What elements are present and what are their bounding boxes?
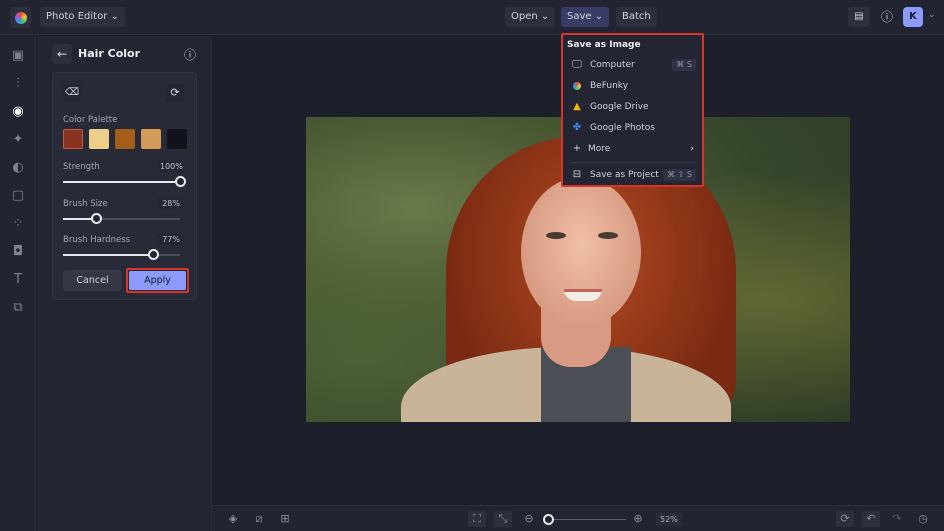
- palette-icon[interactable]: ◐: [10, 160, 26, 176]
- brush-hardness-value[interactable]: 77%: [157, 234, 183, 245]
- plus-icon: +: [572, 143, 582, 154]
- top-bar: Photo Editor ⌄ Open ⌄ Save ⌄ Batch ▤ ⓘ K…: [0, 0, 944, 35]
- befunky-logo[interactable]: [10, 7, 31, 28]
- cancel-button[interactable]: Cancel: [63, 270, 122, 291]
- app-menu-label: Photo Editor: [46, 11, 108, 22]
- brush-size-slider[interactable]: [63, 213, 180, 224]
- zoom-out-icon[interactable]: ⊖: [520, 511, 538, 527]
- chevron-down-icon: ⌄: [110, 11, 119, 22]
- help-icon[interactable]: ⓘ: [876, 7, 898, 27]
- effects-icon[interactable]: ✦: [10, 132, 26, 148]
- zoom-level[interactable]: 52%: [656, 513, 682, 526]
- color-swatch[interactable]: [141, 129, 161, 149]
- chevron-right-icon: ›: [690, 144, 694, 154]
- color-swatch[interactable]: [115, 129, 135, 149]
- open-label: Open: [511, 11, 538, 22]
- chevron-down-icon: ⌄: [594, 11, 604, 22]
- chevron-down-icon[interactable]: ⌄: [928, 10, 936, 20]
- strength-value[interactable]: 100%: [157, 161, 183, 172]
- google-photos-icon: ✤: [572, 122, 582, 133]
- tool-rail: ▣ ⫶ ◉ ✦ ◐ ▢ ⁘ ◘ T ⧉: [0, 36, 36, 531]
- apply-highlight: Apply: [126, 268, 189, 293]
- actual-size-icon[interactable]: ⤡: [494, 511, 512, 527]
- zoom-in-icon[interactable]: ⊕: [629, 511, 647, 527]
- strength-label: Strength: [63, 162, 100, 172]
- frame-icon[interactable]: ▢: [10, 188, 26, 204]
- batch-button[interactable]: Batch: [616, 7, 657, 27]
- save-button[interactable]: Save ⌄: [561, 7, 610, 27]
- grid-icon[interactable]: ⊞: [276, 511, 294, 527]
- save-google-photos-item[interactable]: ✤ Google Photos: [571, 119, 696, 137]
- google-drive-icon: ▲: [573, 101, 581, 112]
- photo-editor-menu[interactable]: Photo Editor ⌄: [40, 7, 125, 27]
- hair-color-controls: ⌫ ⟳ Color Palette Strength 100% Brush Si…: [52, 72, 197, 300]
- open-button[interactable]: Open ⌄: [505, 7, 556, 27]
- brush-hardness-label: Brush Hardness: [63, 235, 131, 245]
- zoom-slider[interactable]: [543, 514, 626, 525]
- color-swatch[interactable]: [167, 129, 187, 149]
- apply-button[interactable]: Apply: [129, 271, 186, 290]
- history-icon[interactable]: ◷: [914, 511, 932, 527]
- save-google-drive-item[interactable]: ▲ Google Drive: [571, 98, 696, 116]
- slider-handle[interactable]: [90, 213, 102, 224]
- reset-icon[interactable]: ⟳: [166, 84, 184, 102]
- shortcut: ⌘ S: [672, 59, 696, 71]
- slider-handle[interactable]: [148, 249, 160, 260]
- briefcase-icon: ⊟: [572, 169, 582, 180]
- info-icon[interactable]: ⓘ: [184, 46, 196, 63]
- save-befunky-item[interactable]: BeFunky: [571, 77, 696, 95]
- redo-icon[interactable]: ↷: [888, 511, 906, 527]
- panel-title: Hair Color: [78, 47, 141, 60]
- bottom-toolbar: ◈ ⧄ ⊞ ⛶ ⤡ ⊖ ⊕ 52% ⟳ ↶ ↷ ◷: [212, 505, 944, 531]
- save-as-image-heading: Save as Image: [567, 40, 641, 50]
- back-arrow-icon[interactable]: ←: [52, 44, 72, 64]
- brush-hardness-slider[interactable]: [63, 249, 180, 260]
- befunky-icon: [571, 77, 583, 97]
- save-computer-item[interactable]: 🖵 Computer ⌘ S: [571, 56, 696, 74]
- save-as-project-item[interactable]: ⊟ Save as Project ⌘ ⇧ S: [571, 166, 696, 184]
- color-palette-label: Color Palette: [63, 115, 118, 125]
- color-swatch[interactable]: [63, 129, 83, 149]
- strength-slider[interactable]: [63, 176, 186, 187]
- save-label: Save: [567, 11, 592, 22]
- eye-icon[interactable]: ◉: [10, 104, 26, 120]
- slider-handle[interactable]: [175, 176, 186, 187]
- avatar[interactable]: K: [903, 7, 923, 27]
- text-icon[interactable]: T: [10, 272, 26, 288]
- chevron-down-icon: ⌄: [540, 11, 550, 22]
- compare-icon[interactable]: ⧄: [250, 511, 268, 527]
- brush-size-value[interactable]: 28%: [157, 198, 183, 209]
- refresh-icon[interactable]: ⟳: [836, 511, 854, 527]
- layers-icon[interactable]: ◈: [224, 511, 242, 527]
- shortcut: ⌘ ⇧ S: [663, 169, 696, 181]
- save-more-item[interactable]: + More ›: [571, 140, 696, 158]
- texture-icon[interactable]: ◘: [10, 244, 26, 260]
- fit-screen-icon[interactable]: ⛶: [468, 511, 486, 527]
- comments-icon[interactable]: ▤: [848, 7, 870, 27]
- divider: [571, 162, 696, 163]
- image-icon[interactable]: ▣: [10, 48, 26, 64]
- undo-icon[interactable]: ↶: [862, 511, 880, 527]
- adjust-sliders-icon[interactable]: ⫶: [10, 76, 26, 92]
- eraser-icon[interactable]: ⌫: [63, 84, 81, 102]
- monitor-icon: 🖵: [572, 59, 582, 70]
- zoom-handle[interactable]: [543, 514, 555, 525]
- brush-size-label: Brush Size: [63, 199, 108, 209]
- save-dropdown-menu: Save as Image 🖵 Computer ⌘ S BeFunky ▲ Goog…: [561, 33, 704, 187]
- graphics-icon[interactable]: ⁘: [10, 216, 26, 232]
- color-swatch[interactable]: [89, 129, 109, 149]
- overlay-icon[interactable]: ⧉: [10, 300, 26, 316]
